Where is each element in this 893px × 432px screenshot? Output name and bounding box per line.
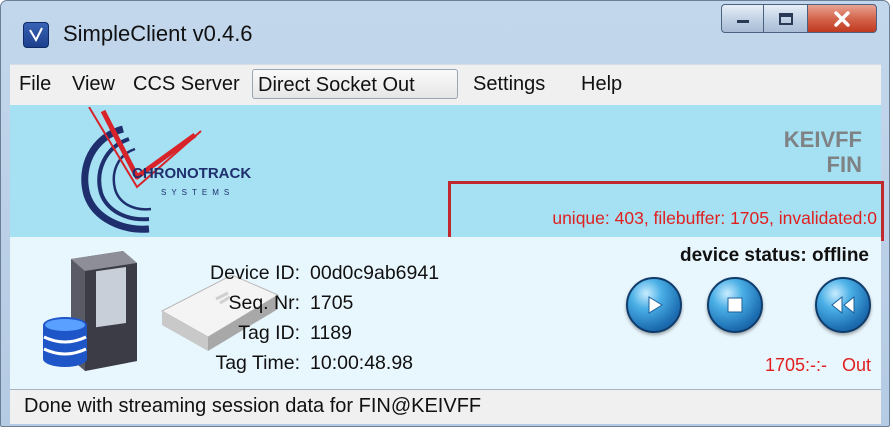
- tag-time-label: Tag Time:: [215, 352, 300, 374]
- user-name: KEIVFF: [783, 127, 862, 152]
- menu-settings[interactable]: Settings: [468, 69, 550, 99]
- status-bar: Done with streaming session data for FIN…: [10, 389, 881, 424]
- stats-highlight-box: unique: 403, filebuffer: 1705, invalidat…: [448, 181, 884, 241]
- menu-bar: File View CCS Server Direct Socket Out S…: [10, 64, 881, 105]
- user-country: FIN: [826, 152, 862, 177]
- stop-button[interactable]: [707, 277, 763, 333]
- banner: CHRONOTRACK SYSTEMS KEIVFF FIN unique: 4…: [10, 105, 884, 241]
- menu-view[interactable]: View: [67, 69, 120, 99]
- seq-nr-label: Seq. Nr:: [228, 292, 300, 314]
- device-status: device status: offline: [680, 245, 869, 266]
- window-title: SimpleClient v0.4.6: [63, 21, 253, 46]
- seq-nr-value: 1705: [310, 292, 354, 314]
- menu-file[interactable]: File: [14, 69, 56, 99]
- window-controls: [721, 4, 877, 33]
- database-server-icon: [43, 251, 137, 371]
- minimize-button[interactable]: [721, 4, 764, 33]
- menu-help[interactable]: Help: [576, 69, 627, 99]
- device-id-value: 00d0c9ab6941: [310, 262, 440, 284]
- tag-time-value: 10:00:48.98: [310, 352, 414, 374]
- tag-id-label: Tag ID:: [238, 322, 300, 344]
- maximize-button[interactable]: [764, 4, 807, 33]
- minimize-icon: [736, 19, 749, 23]
- stop-icon: [727, 297, 743, 313]
- app-window: SimpleClient v0.4.6 File View CCS Server…: [0, 0, 890, 427]
- stats-text: unique: 403, filebuffer: 1705, invalidat…: [552, 208, 877, 228]
- device-id-label: Device ID:: [210, 262, 300, 284]
- rewind-button[interactable]: [815, 277, 871, 333]
- menu-direct-socket-out[interactable]: Direct Socket Out: [252, 69, 458, 99]
- play-button[interactable]: [626, 277, 682, 333]
- logo-text: CHRONOTRACK: [132, 165, 251, 182]
- chronotrack-logo: CHRONOTRACK SYSTEMS: [81, 107, 251, 233]
- tag-id-value: 1189: [310, 322, 352, 344]
- record-counter: 1705:-:- Out: [764, 355, 871, 375]
- rewind-icon: [831, 295, 855, 315]
- close-button[interactable]: [807, 4, 877, 33]
- status-message: Done with streaming session data for FIN…: [24, 395, 482, 417]
- menu-ccs-server[interactable]: CCS Server: [128, 69, 245, 99]
- logo-subtext: SYSTEMS: [161, 188, 234, 197]
- device-panel: Device ID: 00d0c9ab6941 Seq. Nr: 1705 Ta…: [10, 237, 881, 389]
- maximize-icon: [778, 12, 793, 25]
- close-icon: [834, 10, 850, 27]
- play-icon: [648, 296, 663, 314]
- app-icon: [23, 22, 49, 48]
